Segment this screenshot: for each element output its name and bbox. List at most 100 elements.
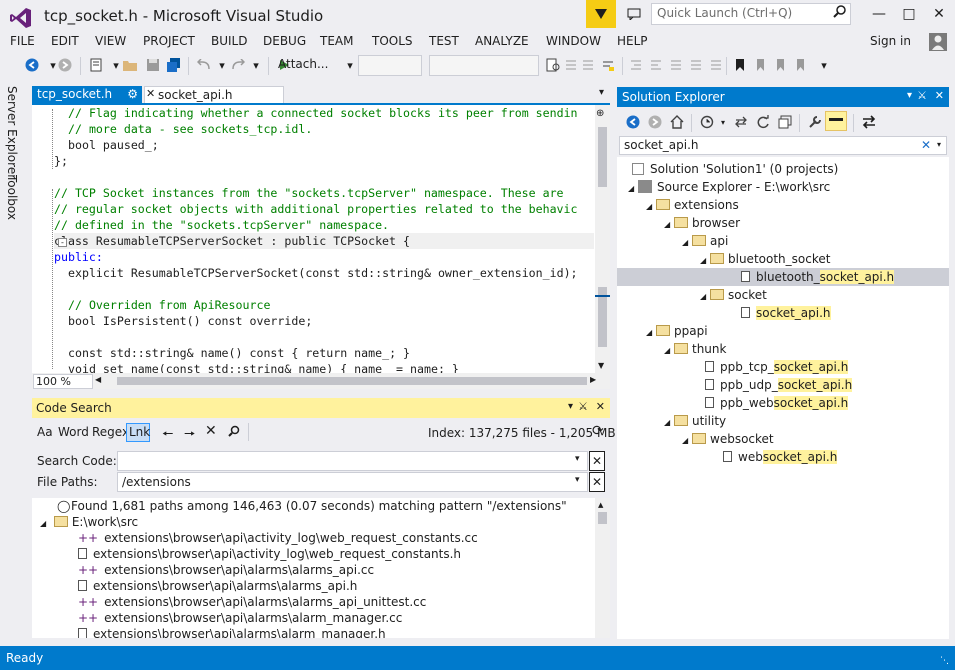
- menu-project[interactable]: PROJECT: [143, 34, 195, 48]
- uncomment-icon[interactable]: [580, 57, 596, 73]
- tree-folder-thunk[interactable]: ◢ thunk: [664, 342, 726, 356]
- tree-file-websocket-api[interactable]: websocket_api.h: [723, 450, 838, 464]
- expand-arrow-icon[interactable]: ◢: [628, 184, 638, 193]
- dropdown-arrow-icon[interactable]: ▾: [568, 401, 573, 412]
- close-tab-icon[interactable]: ✕: [146, 87, 155, 100]
- preview-selected-items-icon[interactable]: [825, 111, 847, 131]
- expand-arrow-icon[interactable]: ◢: [682, 436, 692, 445]
- align-left-icon[interactable]: [668, 57, 684, 73]
- menu-build[interactable]: BUILD: [211, 34, 247, 48]
- solution-platforms-combo[interactable]: [429, 55, 539, 76]
- regex-button[interactable]: Regex: [92, 425, 129, 439]
- expand-arrow-icon[interactable]: ◢: [700, 292, 710, 301]
- bookmark-in-folder-icon[interactable]: [792, 57, 808, 73]
- dropdown-arrow-icon[interactable]: ▾: [342, 57, 358, 73]
- refresh-index-icon[interactable]: ⟳: [592, 423, 604, 439]
- undo-icon[interactable]: [196, 57, 212, 73]
- search-code-input[interactable]: [117, 451, 588, 471]
- tree-folder-ppapi[interactable]: ◢ ppapi: [646, 324, 708, 338]
- align-right-icon[interactable]: [688, 57, 704, 73]
- expand-arrow-icon[interactable]: ◢: [646, 202, 656, 211]
- menu-window[interactable]: WINDOW: [546, 34, 601, 48]
- expand-arrow-icon[interactable]: ◢: [664, 418, 674, 427]
- quick-launch-input[interactable]: Quick Launch (Ctrl+Q): [651, 3, 851, 25]
- next-result-icon[interactable]: 🠖: [184, 425, 195, 447]
- resize-grip-icon[interactable]: ⋱: [940, 656, 949, 666]
- tree-folder-extensions[interactable]: ◢ extensions: [646, 198, 739, 212]
- expand-arrow-icon[interactable]: ◢: [664, 220, 674, 229]
- tree-folder-socket[interactable]: ◢ socket: [700, 288, 767, 302]
- result-item[interactable]: ++ extensions\browser\api\alarms\alarms_a…: [78, 595, 426, 609]
- sign-in-link[interactable]: Sign in: [870, 34, 911, 48]
- tab-tcp-socket-h[interactable]: tcp_socket.h ⚙: [32, 86, 142, 104]
- open-file-icon[interactable]: [122, 57, 138, 73]
- solution-explorer-search-input[interactable]: socket_api.h: [619, 136, 947, 155]
- dropdown-arrow-icon[interactable]: ▾: [575, 454, 580, 464]
- properties-wrench-icon[interactable]: [807, 114, 823, 130]
- tree-file-ppb-websocket-api[interactable]: ppb_websocket_api.h: [705, 396, 849, 410]
- results-scrollbar[interactable]: ▲: [595, 498, 610, 638]
- attach-button[interactable]: Attach...: [278, 57, 328, 71]
- dropdown-arrow-icon[interactable]: ▾: [907, 90, 912, 101]
- zoom-combo[interactable]: 100 %: [33, 374, 93, 389]
- collapse-region-icon[interactable]: -: [58, 238, 67, 247]
- pin-icon[interactable]: ⚙: [127, 87, 138, 101]
- clear-search-icon[interactable]: ✕: [205, 423, 217, 439]
- expand-arrow-icon[interactable]: ◢: [646, 328, 656, 337]
- clear-search-icon[interactable]: ✕: [921, 138, 931, 152]
- tree-file-bluetooth-socket-api[interactable]: bluetooth_socket_api.h: [741, 270, 895, 284]
- result-item[interactable]: ++ extensions\browser\api\activity_log\we…: [78, 531, 478, 545]
- maximize-button[interactable]: □: [895, 3, 923, 25]
- close-panel-icon[interactable]: ✕: [596, 400, 605, 413]
- menu-test[interactable]: TEST: [429, 34, 459, 48]
- previous-bookmark-icon[interactable]: [752, 57, 768, 73]
- search-results[interactable]: ◯Found 1,681 paths among 146,463 (0.07 s…: [32, 498, 599, 638]
- results-root[interactable]: ◢ E:\work\src: [40, 515, 138, 529]
- outdent-icon[interactable]: [648, 57, 664, 73]
- tab-socket-api-h[interactable]: socket_api.h: [144, 86, 284, 104]
- code-editor[interactable]: // Flag indicating whether a connected s…: [32, 105, 595, 373]
- clear-file-paths-button[interactable]: ✕: [589, 472, 605, 492]
- menu-view[interactable]: VIEW: [95, 34, 126, 48]
- expand-arrow-icon[interactable]: ◢: [40, 519, 50, 528]
- toolbar-overflow-icon[interactable]: ▾: [816, 57, 832, 73]
- sync-icon[interactable]: [733, 114, 749, 130]
- tab-overflow-icon[interactable]: ▾: [599, 87, 604, 98]
- result-item[interactable]: ++ extensions\browser\api\alarms\alarms_a…: [78, 563, 374, 577]
- tree-folder-api[interactable]: ◢ api: [682, 234, 728, 248]
- pin-icon[interactable]: ⚔: [578, 400, 588, 413]
- list-icon[interactable]: [708, 57, 724, 73]
- editor-vertical-scrollbar[interactable]: ⊕ ▼: [595, 105, 610, 373]
- clear-search-code-button[interactable]: ✕: [589, 451, 605, 471]
- redo-icon[interactable]: [230, 57, 246, 73]
- link-button[interactable]: Lnk: [126, 423, 150, 442]
- toolbox-tab[interactable]: Toolbox: [5, 175, 19, 220]
- file-paths-input[interactable]: /extensions: [117, 472, 588, 492]
- search-icon[interactable]: [228, 425, 240, 440]
- result-item[interactable]: extensions\browser\api\activity_log\web_…: [78, 547, 461, 561]
- save-all-icon[interactable]: [166, 57, 182, 73]
- dropdown-arrow-icon[interactable]: ▾: [575, 475, 580, 485]
- indent-icon[interactable]: [628, 57, 644, 73]
- menu-team[interactable]: TEAM: [320, 34, 353, 48]
- refresh-icon[interactable]: [755, 114, 771, 130]
- result-item[interactable]: extensions\browser\api\alarms\alarms_api…: [78, 579, 357, 593]
- tree-solution[interactable]: Solution 'Solution1' (0 projects): [632, 162, 838, 176]
- menu-analyze[interactable]: ANALYZE: [475, 34, 529, 48]
- tree-source-explorer[interactable]: ◢ Source Explorer - E:\work\src: [628, 180, 830, 194]
- tree-file-socket-api[interactable]: socket_api.h: [741, 306, 831, 320]
- solution-configurations-combo[interactable]: [358, 55, 422, 76]
- next-bookmark-icon[interactable]: [772, 57, 788, 73]
- collapse-all-icon[interactable]: [777, 114, 793, 130]
- comment-icon[interactable]: [563, 57, 579, 73]
- expand-arrow-icon[interactable]: ◢: [700, 256, 710, 265]
- menu-help[interactable]: HELP: [617, 34, 648, 48]
- navigate-forward-icon[interactable]: [57, 57, 73, 73]
- match-case-button[interactable]: Aa: [37, 425, 53, 439]
- new-project-icon[interactable]: [88, 57, 104, 73]
- server-explorer-tab[interactable]: Server Explorer: [5, 86, 19, 179]
- forward-icon[interactable]: [647, 114, 663, 130]
- tree-file-ppb-udp-socket-api[interactable]: ppb_udp_socket_api.h: [705, 378, 853, 392]
- menu-tools[interactable]: TOOLS: [372, 34, 413, 48]
- navigate-back-icon[interactable]: [24, 57, 40, 73]
